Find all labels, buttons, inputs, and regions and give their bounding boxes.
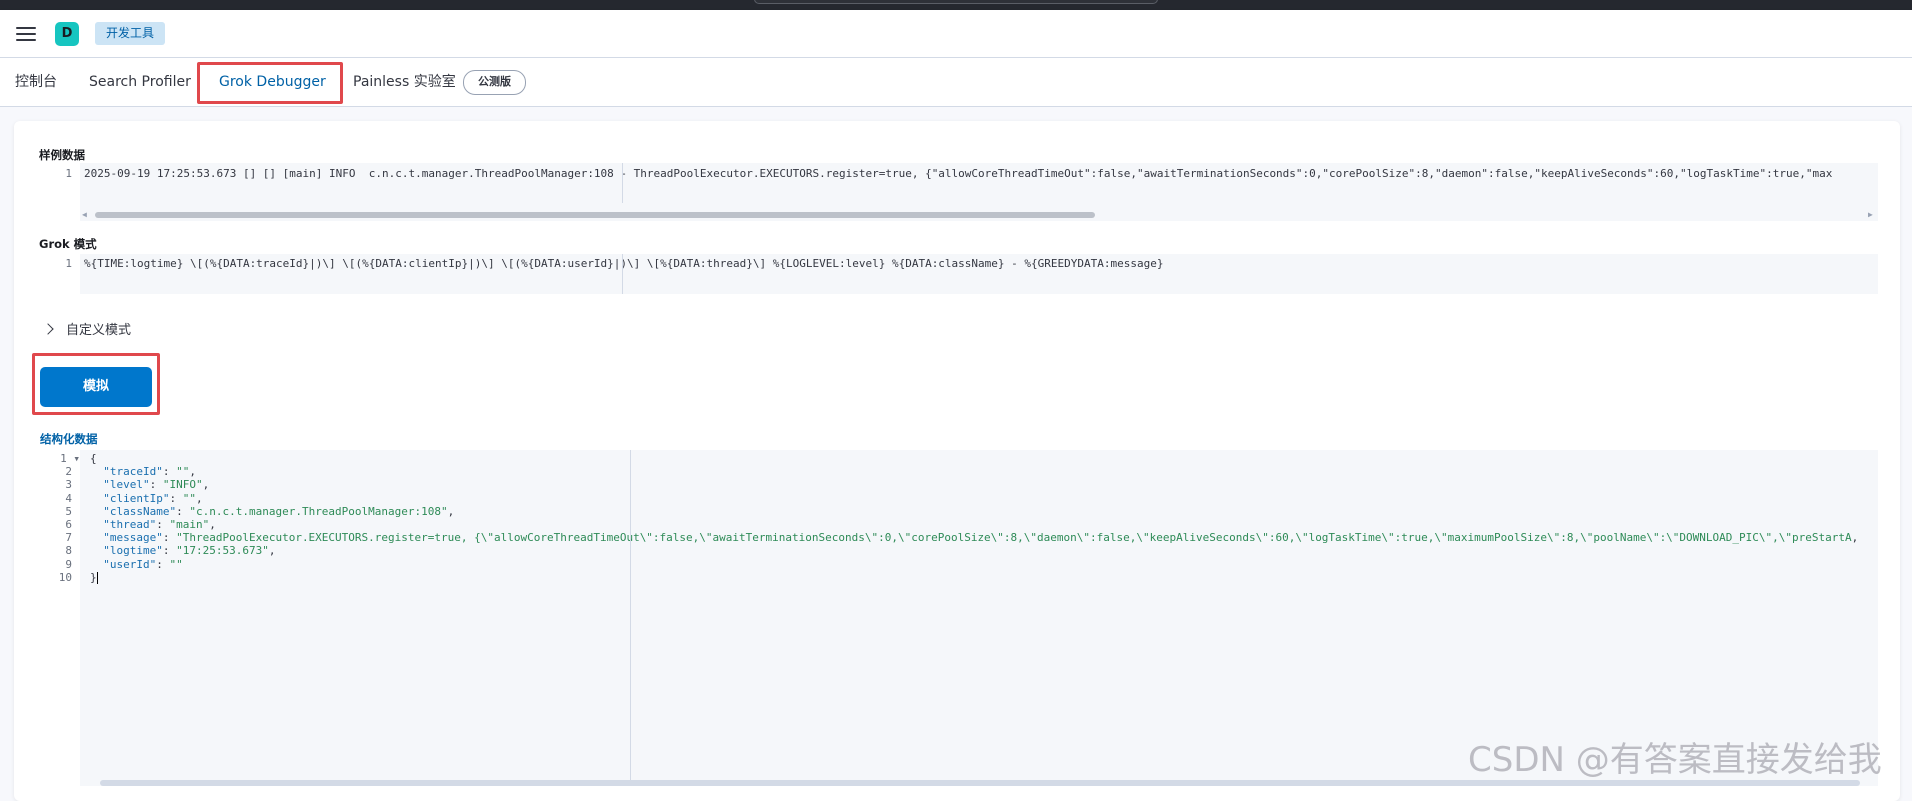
app-header: D 开发工具: [0, 10, 1912, 58]
chevron-right-icon: [42, 323, 54, 335]
json-line: "level": "INFO",: [103, 478, 210, 492]
sample-data-editor[interactable]: 1 2025-09-19 17:25:53.673 [] [] [main] I…: [40, 163, 1878, 221]
line-number: 3: [65, 478, 72, 492]
simulate-button[interactable]: 模拟: [40, 367, 152, 407]
json-line: }: [90, 570, 98, 584]
line-number: 5: [65, 504, 72, 518]
watermark: CSDN @有答案直接发给我: [1468, 740, 1882, 780]
breadcrumb-dev-tools[interactable]: 开发工具: [95, 22, 166, 45]
grok-pattern-editor[interactable]: 1 %{TIME:logtime} \[(%{DATA:traceId}|)\]…: [40, 254, 1878, 294]
sample-horizontal-scrollbar[interactable]: [95, 212, 1095, 218]
space-avatar[interactable]: D: [55, 22, 79, 46]
grok-pattern-label: Grok 模式: [39, 237, 97, 251]
grok-tab-highlight-annotation: [197, 62, 343, 104]
line-number: 7: [65, 531, 72, 545]
tab-search-profiler[interactable]: Search Profiler: [89, 58, 191, 106]
tab-console[interactable]: 控制台: [15, 58, 57, 106]
line-number: 10: [58, 570, 72, 584]
line-number: 9: [65, 557, 72, 571]
grok-gutter: 1: [40, 254, 80, 294]
structured-gutter: 1 ▾ 2 3 4 5 6 7 8 9 10: [40, 450, 80, 786]
json-line: "logtime": "17:25:53.673",: [103, 544, 276, 558]
json-line: "traceId": "",: [103, 465, 196, 479]
custom-patterns-label: 自定义模式: [66, 323, 132, 338]
line-number: 1 ▾: [60, 452, 80, 465]
tab-painless-lab[interactable]: Painless 实验室: [353, 58, 456, 106]
json-line: "clientIp": "",: [103, 491, 203, 505]
structured-data-label: 结构化数据: [40, 432, 98, 446]
sample-data-text: 2025-09-19 17:25:53.673 [] [] [main] INF…: [84, 167, 1833, 180]
line-number: 6: [65, 517, 72, 531]
json-line: "thread": "main",: [103, 517, 216, 531]
sample-gutter: 1: [40, 163, 80, 221]
line-number: 8: [65, 544, 72, 558]
sample-data-label: 样例数据: [39, 148, 85, 162]
json-line: "message": "ThreadPoolExecutor.EXECUTORS…: [103, 531, 1859, 545]
hamburger-menu-icon[interactable]: [16, 27, 36, 41]
json-line: "className": "c.n.c.t.manager.ThreadPool…: [103, 504, 455, 518]
browser-address-pill: [754, 0, 1158, 4]
line-number: 4: [65, 491, 72, 505]
custom-patterns-toggle[interactable]: 自定义模式: [42, 320, 132, 342]
beta-badge: 公测版: [463, 70, 526, 95]
structured-json-lines: { "traceId": "", "level": "INFO", "clien…: [90, 452, 1858, 584]
scroll-right-icon[interactable]: ▶: [1868, 210, 1873, 219]
json-line: {: [90, 452, 97, 465]
json-line: "userId": "": [103, 557, 183, 571]
grok-pattern-text: %{TIME:logtime} \[(%{DATA:traceId}|)\] \…: [84, 257, 1164, 270]
browser-top-strip: [0, 0, 1912, 10]
scroll-left-icon[interactable]: ◀: [82, 210, 87, 219]
line-number: 2: [65, 465, 72, 479]
